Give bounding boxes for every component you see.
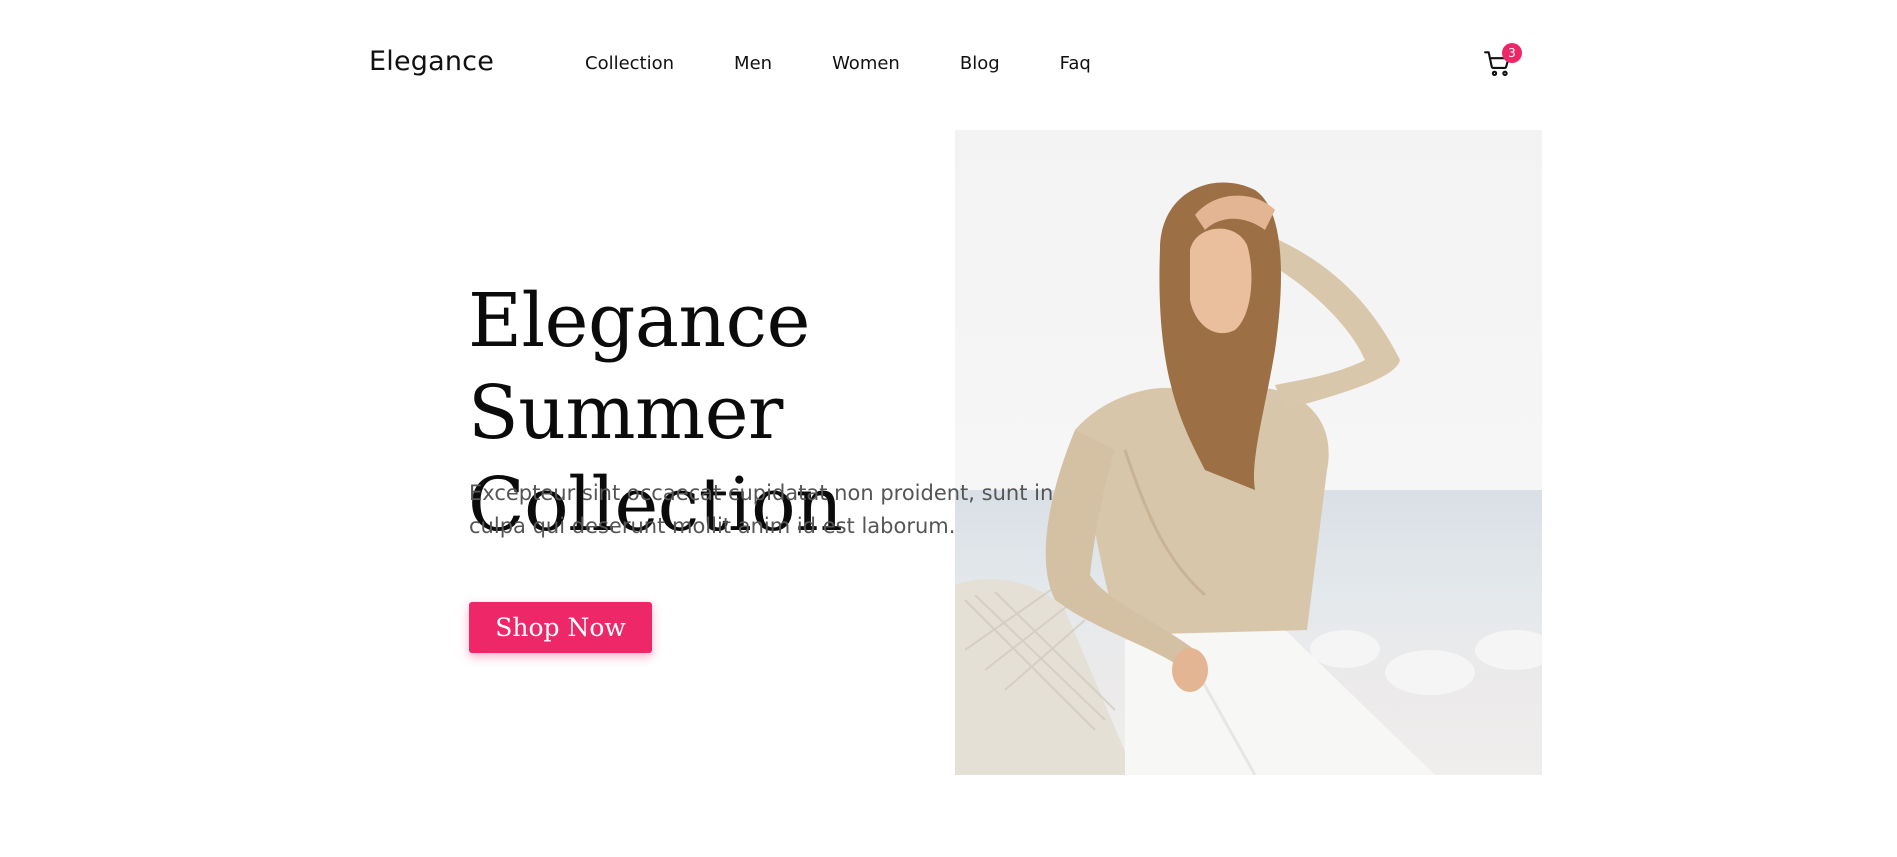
nav-link-women[interactable]: Women — [832, 52, 900, 76]
main-nav: Collection Men Women Blog Faq — [585, 52, 1151, 76]
shop-now-button[interactable]: Shop Now — [469, 602, 652, 653]
cart-button[interactable]: 3 — [1484, 43, 1522, 80]
nav-link-men[interactable]: Men — [734, 52, 772, 76]
brand-logo[interactable]: Elegance — [369, 46, 494, 77]
nav-link-collection[interactable]: Collection — [585, 52, 674, 76]
site-header: Elegance Collection Men Women Blog Faq 3 — [0, 0, 1897, 128]
cart-count-badge: 3 — [1502, 43, 1522, 63]
hero-description: Excepteur sint occaecat cupidatat non pr… — [469, 481, 1054, 538]
nav-link-faq[interactable]: Faq — [1060, 52, 1091, 76]
hero-title-line1: Elegance Summer — [468, 278, 810, 456]
nav-link-blog[interactable]: Blog — [960, 52, 1000, 76]
